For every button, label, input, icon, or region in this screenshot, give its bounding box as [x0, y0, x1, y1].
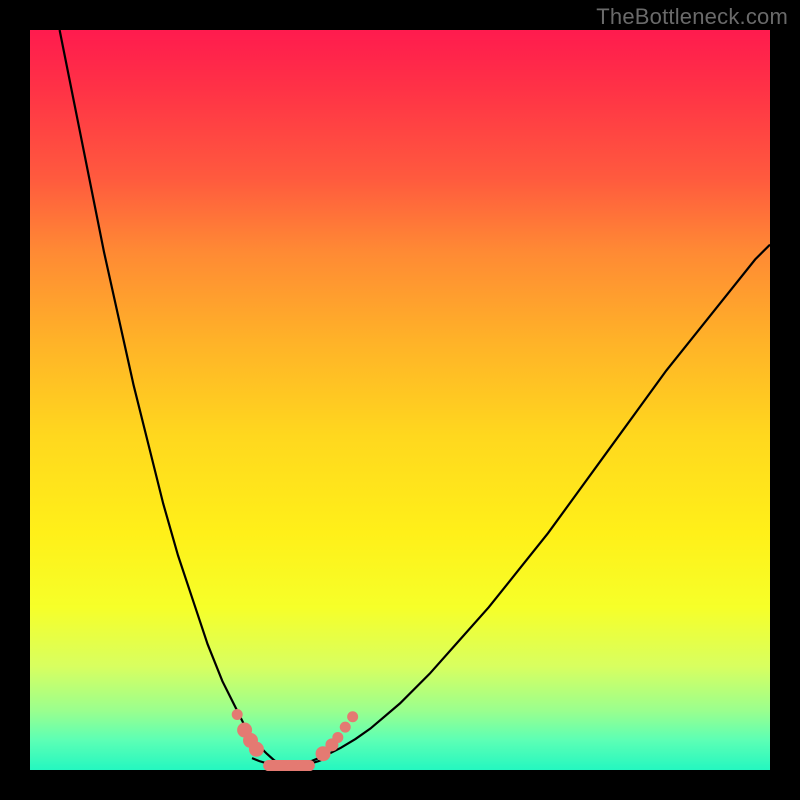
watermark-text: TheBottleneck.com — [596, 4, 788, 30]
marker-dot — [333, 732, 343, 742]
marker-dot — [232, 710, 242, 720]
chart-stage: TheBottleneck.com — [0, 0, 800, 800]
trough-pill — [263, 760, 315, 771]
plot-area — [30, 30, 770, 770]
left-curve — [60, 30, 282, 765]
marker-dot — [340, 722, 350, 732]
marker-dot — [348, 712, 358, 722]
marker-dot — [249, 742, 263, 756]
right-curve — [296, 245, 770, 765]
markers-group — [232, 710, 357, 772]
curve-layer — [30, 30, 770, 770]
